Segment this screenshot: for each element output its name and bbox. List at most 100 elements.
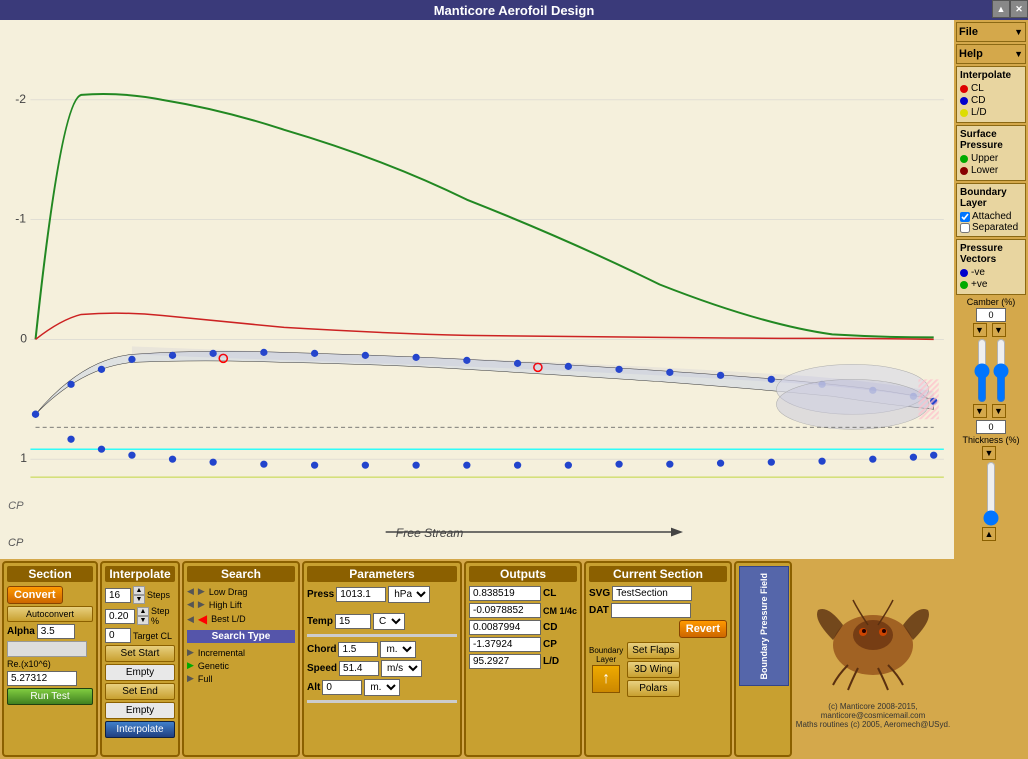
re-input[interactable] — [7, 671, 77, 686]
cl-legend-label: CL — [971, 83, 984, 94]
revert-button[interactable]: Revert — [679, 620, 727, 638]
interpolate-legend-title: Interpolate — [960, 70, 1022, 81]
dat-label: DAT — [589, 605, 609, 616]
boundary-pressure-field-button[interactable]: Boundary Pressure Field — [739, 566, 789, 686]
separated-checkbox[interactable] — [960, 223, 970, 233]
upper-dot — [960, 155, 968, 163]
thickness-down-btn[interactable]: ▼ — [982, 446, 996, 460]
set-start-button[interactable]: Set Start — [105, 645, 175, 662]
temp-unit-select[interactable]: C — [373, 613, 405, 630]
steps-up[interactable]: ▲ — [133, 586, 145, 595]
outputs-title: Outputs — [469, 566, 577, 582]
thickness-up-btn[interactable]: ▲ — [982, 527, 996, 541]
attached-label: Attached — [972, 211, 1011, 222]
thickness-value[interactable] — [976, 420, 1006, 434]
lower-dot — [960, 167, 968, 175]
best-ld-label: Best L/D — [211, 614, 246, 624]
steps-down[interactable]: ▼ — [133, 595, 145, 604]
chord-input[interactable] — [338, 642, 378, 657]
polars-button[interactable]: Polars — [627, 680, 679, 697]
dat-input[interactable] — [611, 603, 691, 618]
svg-text:-2: -2 — [15, 92, 26, 106]
alt-input[interactable] — [322, 680, 362, 695]
separated-label: Separated — [972, 222, 1018, 233]
incremental-label: Incremental — [198, 648, 245, 658]
maximize-button[interactable]: ▲ — [992, 0, 1010, 18]
upper-legend-label: Upper — [971, 153, 998, 164]
empty1-button[interactable]: Empty — [105, 664, 175, 681]
app-title: Manticore Aerofoil Design — [434, 3, 595, 18]
surface-pressure-title: SurfacePressure — [960, 129, 1022, 151]
file-arrow-icon: ▼ — [1014, 27, 1023, 37]
pos-legend-label: +ve — [971, 279, 987, 290]
step-pct-down[interactable]: ▼ — [137, 616, 149, 625]
step-pct-up[interactable]: ▲ — [137, 607, 149, 616]
alpha-input[interactable] — [37, 624, 75, 639]
convert-button[interactable]: Convert — [7, 586, 63, 604]
parameters-panel: Parameters Press hPa Temp C Chord m. — [302, 561, 462, 757]
cd-output-label: CD — [543, 622, 557, 633]
speed-input[interactable] — [339, 661, 379, 676]
close-button[interactable]: ✕ — [1010, 0, 1028, 18]
svg-input[interactable] — [612, 586, 692, 601]
camber-right-down-btn[interactable]: ▼ — [992, 323, 1006, 337]
search-title: Search — [187, 566, 295, 582]
alt-slider[interactable] — [307, 700, 457, 703]
steps-input[interactable] — [105, 588, 131, 603]
empty2-button[interactable]: Empty — [105, 702, 175, 719]
chord-label: Chord — [307, 644, 336, 655]
neg-dot — [960, 269, 968, 277]
target-cl-input[interactable] — [105, 628, 131, 643]
ld-output-label: L/D — [543, 656, 559, 667]
boundary-layer-title: BoundaryLayer — [960, 187, 1022, 209]
3d-wing-button[interactable]: 3D Wing — [627, 661, 679, 678]
step-pct-input[interactable] — [105, 609, 135, 624]
full-label: Full — [198, 674, 213, 684]
cd-dot — [960, 97, 968, 105]
camber-slider2[interactable] — [992, 338, 1010, 403]
chord-unit-select[interactable]: m. — [380, 641, 416, 658]
thickness-slider[interactable] — [982, 461, 1000, 526]
camber-up-btn[interactable]: ▼ — [973, 404, 987, 418]
press-label: Press — [307, 589, 334, 600]
file-menu-button[interactable]: File ▼ — [956, 22, 1026, 42]
svg-text:Free Stream: Free Stream — [396, 526, 464, 540]
email-label: manticore@cosmicemail.com — [821, 711, 926, 720]
set-end-button[interactable]: Set End — [105, 683, 175, 700]
main-layout: -2 -1 0 1 CP — [0, 20, 1028, 759]
run-test-button[interactable]: Run Test — [7, 688, 93, 705]
press-input[interactable] — [336, 587, 386, 602]
camber-slider[interactable] — [973, 338, 991, 403]
window-controls: ▲ ✕ — [992, 0, 1028, 18]
cl-output — [469, 586, 541, 601]
speed-unit-select[interactable]: m/s — [381, 660, 422, 677]
camber-right-up-btn[interactable]: ▼ — [992, 404, 1006, 418]
cp-output-label: CP — [543, 639, 557, 650]
attached-checkbox[interactable] — [960, 212, 970, 222]
svg-label: SVG — [589, 588, 610, 599]
cd-output — [469, 620, 541, 635]
section-panel: Section Convert Autoconvert Alpha Re.(x1… — [2, 561, 98, 757]
search-panel: Search ◀ ▶ Low Drag ◀ ▶ High Lift ◀ ◀ Be… — [182, 561, 300, 757]
help-menu-button[interactable]: Help ▼ — [956, 44, 1026, 64]
section-title: Section — [7, 566, 93, 582]
parameters-title: Parameters — [307, 566, 457, 582]
alt-label: Alt — [307, 682, 320, 693]
boundary-layer-indicator: ↑ — [592, 665, 620, 693]
boundary-pressure-field-label: Boundary Pressure Field — [759, 573, 769, 680]
cm-output-label: CM 1/4c — [543, 606, 577, 616]
camber-value[interactable] — [976, 308, 1006, 322]
alpha-slider[interactable] — [7, 641, 87, 657]
camber-label: Camber (%) — [967, 297, 1016, 307]
temp-input[interactable] — [335, 614, 371, 629]
set-flaps-button[interactable]: Set Flaps — [627, 642, 679, 659]
alt-unit-select[interactable]: m. — [364, 679, 400, 696]
camber-down-btn[interactable]: ▼ — [973, 323, 987, 337]
thickness-slider-area: Thickness (%) ▼ ▲ — [956, 420, 1026, 541]
temp-slider[interactable] — [307, 634, 457, 637]
right-panel: File ▼ Help ▼ Interpolate CL CD L/D — [954, 20, 1028, 759]
autoconvert-button[interactable]: Autoconvert — [7, 606, 93, 622]
canvas-area: -2 -1 0 1 CP — [0, 20, 954, 759]
press-unit-select[interactable]: hPa — [388, 586, 430, 603]
interpolate-button[interactable]: Interpolate — [105, 721, 175, 738]
